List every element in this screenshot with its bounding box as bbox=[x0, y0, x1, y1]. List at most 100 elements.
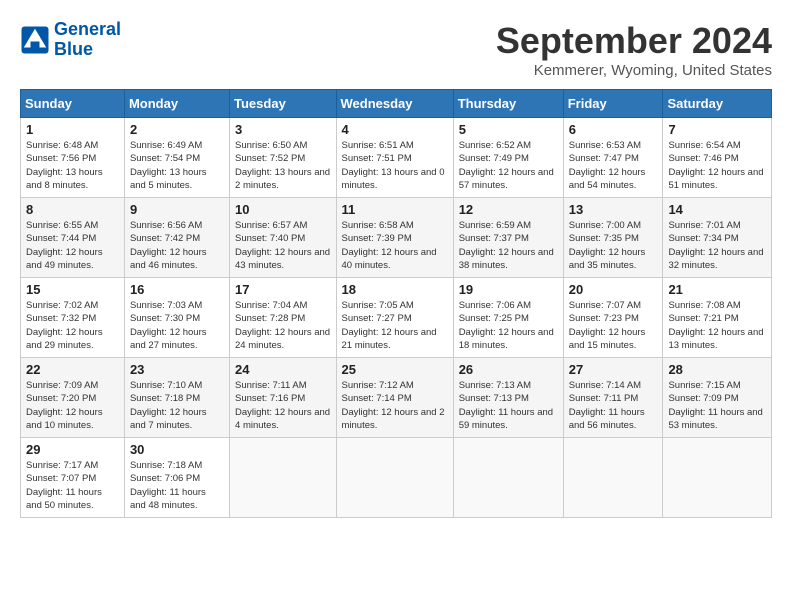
day-number: 20 bbox=[569, 282, 658, 297]
day-number: 13 bbox=[569, 202, 658, 217]
calendar-cell bbox=[336, 438, 453, 518]
cell-content: Sunrise: 7:05 AMSunset: 7:27 PMDaylight:… bbox=[342, 299, 448, 352]
cell-content: Sunrise: 7:12 AMSunset: 7:14 PMDaylight:… bbox=[342, 379, 448, 432]
day-number: 24 bbox=[235, 362, 330, 377]
header-friday: Friday bbox=[563, 90, 663, 118]
calendar-week-row: 29 Sunrise: 7:17 AMSunset: 7:07 PMDaylig… bbox=[21, 438, 772, 518]
calendar-cell: 30 Sunrise: 7:18 AMSunset: 7:06 PMDaylig… bbox=[124, 438, 229, 518]
calendar-cell bbox=[563, 438, 663, 518]
cell-content: Sunrise: 7:06 AMSunset: 7:25 PMDaylight:… bbox=[459, 299, 558, 352]
calendar-week-row: 1 Sunrise: 6:48 AMSunset: 7:56 PMDayligh… bbox=[21, 118, 772, 198]
calendar-cell: 26 Sunrise: 7:13 AMSunset: 7:13 PMDaylig… bbox=[453, 358, 563, 438]
cell-content: Sunrise: 6:57 AMSunset: 7:40 PMDaylight:… bbox=[235, 219, 330, 272]
calendar-cell: 5 Sunrise: 6:52 AMSunset: 7:49 PMDayligh… bbox=[453, 118, 563, 198]
day-number: 8 bbox=[26, 202, 119, 217]
calendar-cell: 11 Sunrise: 6:58 AMSunset: 7:39 PMDaylig… bbox=[336, 198, 453, 278]
day-number: 11 bbox=[342, 202, 448, 217]
header-wednesday: Wednesday bbox=[336, 90, 453, 118]
calendar-cell: 6 Sunrise: 6:53 AMSunset: 7:47 PMDayligh… bbox=[563, 118, 663, 198]
cell-content: Sunrise: 6:55 AMSunset: 7:44 PMDaylight:… bbox=[26, 219, 119, 272]
day-number: 25 bbox=[342, 362, 448, 377]
header-tuesday: Tuesday bbox=[230, 90, 336, 118]
title-section: September 2024 Kemmerer, Wyoming, United… bbox=[496, 20, 772, 79]
calendar-cell bbox=[230, 438, 336, 518]
calendar-cell: 28 Sunrise: 7:15 AMSunset: 7:09 PMDaylig… bbox=[663, 358, 772, 438]
cell-content: Sunrise: 6:51 AMSunset: 7:51 PMDaylight:… bbox=[342, 139, 448, 192]
day-number: 6 bbox=[569, 122, 658, 137]
day-number: 30 bbox=[130, 442, 224, 457]
day-number: 28 bbox=[668, 362, 766, 377]
cell-content: Sunrise: 7:11 AMSunset: 7:16 PMDaylight:… bbox=[235, 379, 330, 432]
calendar-cell: 21 Sunrise: 7:08 AMSunset: 7:21 PMDaylig… bbox=[663, 278, 772, 358]
header-saturday: Saturday bbox=[663, 90, 772, 118]
day-number: 14 bbox=[668, 202, 766, 217]
calendar-cell: 19 Sunrise: 7:06 AMSunset: 7:25 PMDaylig… bbox=[453, 278, 563, 358]
day-number: 23 bbox=[130, 362, 224, 377]
header-sunday: Sunday bbox=[21, 90, 125, 118]
day-number: 12 bbox=[459, 202, 558, 217]
cell-content: Sunrise: 7:10 AMSunset: 7:18 PMDaylight:… bbox=[130, 379, 224, 432]
cell-content: Sunrise: 6:48 AMSunset: 7:56 PMDaylight:… bbox=[26, 139, 119, 192]
day-number: 2 bbox=[130, 122, 224, 137]
calendar-cell bbox=[453, 438, 563, 518]
cell-content: Sunrise: 7:03 AMSunset: 7:30 PMDaylight:… bbox=[130, 299, 224, 352]
cell-content: Sunrise: 7:01 AMSunset: 7:34 PMDaylight:… bbox=[668, 219, 766, 272]
calendar-cell: 9 Sunrise: 6:56 AMSunset: 7:42 PMDayligh… bbox=[124, 198, 229, 278]
calendar-cell: 7 Sunrise: 6:54 AMSunset: 7:46 PMDayligh… bbox=[663, 118, 772, 198]
cell-content: Sunrise: 7:15 AMSunset: 7:09 PMDaylight:… bbox=[668, 379, 766, 432]
calendar-header-row: SundayMondayTuesdayWednesdayThursdayFrid… bbox=[21, 90, 772, 118]
calendar-cell: 15 Sunrise: 7:02 AMSunset: 7:32 PMDaylig… bbox=[21, 278, 125, 358]
calendar-cell: 10 Sunrise: 6:57 AMSunset: 7:40 PMDaylig… bbox=[230, 198, 336, 278]
calendar-week-row: 8 Sunrise: 6:55 AMSunset: 7:44 PMDayligh… bbox=[21, 198, 772, 278]
calendar-cell: 18 Sunrise: 7:05 AMSunset: 7:27 PMDaylig… bbox=[336, 278, 453, 358]
calendar-cell: 20 Sunrise: 7:07 AMSunset: 7:23 PMDaylig… bbox=[563, 278, 663, 358]
cell-content: Sunrise: 7:00 AMSunset: 7:35 PMDaylight:… bbox=[569, 219, 658, 272]
calendar-cell: 12 Sunrise: 6:59 AMSunset: 7:37 PMDaylig… bbox=[453, 198, 563, 278]
calendar-cell: 22 Sunrise: 7:09 AMSunset: 7:20 PMDaylig… bbox=[21, 358, 125, 438]
cell-content: Sunrise: 6:53 AMSunset: 7:47 PMDaylight:… bbox=[569, 139, 658, 192]
day-number: 21 bbox=[668, 282, 766, 297]
cell-content: Sunrise: 6:49 AMSunset: 7:54 PMDaylight:… bbox=[130, 139, 224, 192]
cell-content: Sunrise: 7:09 AMSunset: 7:20 PMDaylight:… bbox=[26, 379, 119, 432]
cell-content: Sunrise: 7:17 AMSunset: 7:07 PMDaylight:… bbox=[26, 459, 119, 512]
cell-content: Sunrise: 7:08 AMSunset: 7:21 PMDaylight:… bbox=[668, 299, 766, 352]
day-number: 18 bbox=[342, 282, 448, 297]
day-number: 26 bbox=[459, 362, 558, 377]
header-monday: Monday bbox=[124, 90, 229, 118]
location-subtitle: Kemmerer, Wyoming, United States bbox=[496, 62, 772, 79]
day-number: 5 bbox=[459, 122, 558, 137]
day-number: 7 bbox=[668, 122, 766, 137]
cell-content: Sunrise: 6:56 AMSunset: 7:42 PMDaylight:… bbox=[130, 219, 224, 272]
logo: General Blue bbox=[20, 20, 121, 60]
calendar-cell: 27 Sunrise: 7:14 AMSunset: 7:11 PMDaylig… bbox=[563, 358, 663, 438]
calendar-cell: 4 Sunrise: 6:51 AMSunset: 7:51 PMDayligh… bbox=[336, 118, 453, 198]
calendar-cell: 3 Sunrise: 6:50 AMSunset: 7:52 PMDayligh… bbox=[230, 118, 336, 198]
day-number: 22 bbox=[26, 362, 119, 377]
page-header: General Blue September 2024 Kemmerer, Wy… bbox=[20, 20, 772, 79]
logo-line1: General bbox=[54, 19, 121, 39]
calendar-cell: 29 Sunrise: 7:17 AMSunset: 7:07 PMDaylig… bbox=[21, 438, 125, 518]
cell-content: Sunrise: 6:59 AMSunset: 7:37 PMDaylight:… bbox=[459, 219, 558, 272]
cell-content: Sunrise: 6:54 AMSunset: 7:46 PMDaylight:… bbox=[668, 139, 766, 192]
cell-content: Sunrise: 7:02 AMSunset: 7:32 PMDaylight:… bbox=[26, 299, 119, 352]
calendar-cell: 8 Sunrise: 6:55 AMSunset: 7:44 PMDayligh… bbox=[21, 198, 125, 278]
cell-content: Sunrise: 6:58 AMSunset: 7:39 PMDaylight:… bbox=[342, 219, 448, 272]
cell-content: Sunrise: 7:07 AMSunset: 7:23 PMDaylight:… bbox=[569, 299, 658, 352]
day-number: 4 bbox=[342, 122, 448, 137]
calendar-cell: 13 Sunrise: 7:00 AMSunset: 7:35 PMDaylig… bbox=[563, 198, 663, 278]
day-number: 10 bbox=[235, 202, 330, 217]
calendar-cell: 14 Sunrise: 7:01 AMSunset: 7:34 PMDaylig… bbox=[663, 198, 772, 278]
day-number: 9 bbox=[130, 202, 224, 217]
cell-content: Sunrise: 6:52 AMSunset: 7:49 PMDaylight:… bbox=[459, 139, 558, 192]
logo-text: General Blue bbox=[54, 20, 121, 60]
day-number: 3 bbox=[235, 122, 330, 137]
cell-content: Sunrise: 7:14 AMSunset: 7:11 PMDaylight:… bbox=[569, 379, 658, 432]
day-number: 15 bbox=[26, 282, 119, 297]
calendar-week-row: 15 Sunrise: 7:02 AMSunset: 7:32 PMDaylig… bbox=[21, 278, 772, 358]
logo-icon bbox=[20, 25, 50, 55]
day-number: 16 bbox=[130, 282, 224, 297]
cell-content: Sunrise: 7:04 AMSunset: 7:28 PMDaylight:… bbox=[235, 299, 330, 352]
cell-content: Sunrise: 7:18 AMSunset: 7:06 PMDaylight:… bbox=[130, 459, 224, 512]
day-number: 27 bbox=[569, 362, 658, 377]
day-number: 29 bbox=[26, 442, 119, 457]
